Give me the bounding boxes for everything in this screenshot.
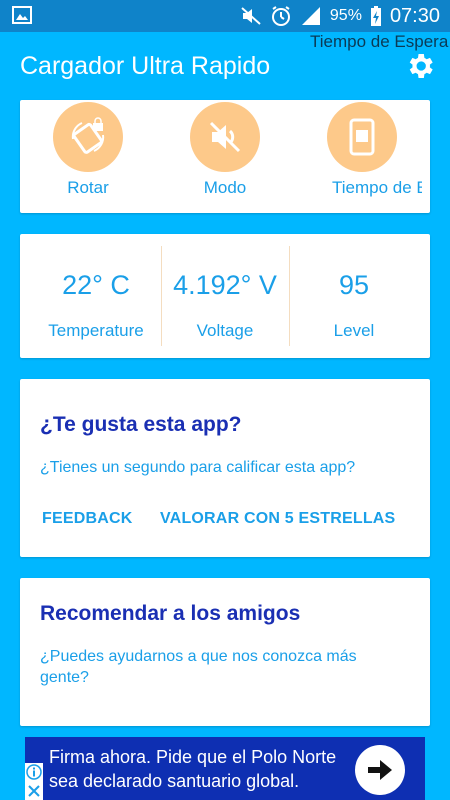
level-value: 95	[338, 270, 370, 300]
screen-timeout-icon	[349, 118, 375, 156]
status-time: 07:30	[389, 4, 440, 27]
battery-stats-card: 22° C Temperature 4.192° V Voltage 95 Le…	[20, 234, 430, 358]
recommend-subtitle: ¿Puedes ayudarnos a que nos conozca más …	[40, 648, 357, 686]
rotate-label: Rotar	[67, 178, 109, 197]
mode-circle	[190, 102, 260, 172]
ad-info-icon[interactable]	[25, 763, 43, 781]
rate-app-card: ¿Te gusta esta app? ¿Tienes un segundo p…	[20, 379, 430, 557]
quick-actions-card: Rotar Modo Tiempo de Espera	[20, 100, 430, 213]
temperature-label: Temperature	[48, 321, 144, 340]
mode-button[interactable]: Modo	[165, 102, 285, 198]
temperature-value: 22° C	[62, 270, 130, 300]
voltage-value: 4.192° V	[173, 270, 277, 300]
alarm-icon	[271, 6, 290, 26]
voltage-stat: 4.192° V Voltage	[157, 234, 293, 358]
ad-banner[interactable]: Firma ahora. Pide que el Polo Norte sea …	[25, 737, 425, 800]
overflow-title: Tiempo de Espera	[310, 32, 449, 51]
mute-icon	[241, 7, 261, 25]
rotate-button[interactable]: Rotar	[28, 102, 148, 198]
temperature-stat: 22° C Temperature	[28, 234, 164, 358]
settings-gear-icon[interactable]	[404, 50, 436, 82]
recommend-card[interactable]: Recomendar a los amigos ¿Puedes ayudarno…	[20, 578, 430, 726]
ad-arrow-button[interactable]	[355, 745, 405, 795]
signal-icon	[301, 7, 320, 25]
timeout-circle	[327, 102, 397, 172]
gallery-notification-icon	[12, 6, 32, 24]
mode-label: Modo	[203, 178, 247, 197]
volume-mute-icon	[209, 121, 241, 153]
ad-text: Firma ahora. Pide que el Polo Norte sea …	[49, 747, 337, 791]
status-bar: 95% 07:30	[0, 0, 450, 32]
app-title: Cargador Ultra Rapido	[20, 52, 271, 80]
battery-charging-icon	[370, 6, 381, 26]
arrow-right-icon	[368, 760, 392, 780]
timeout-label: Tiempo de Espera	[332, 178, 422, 197]
battery-percent: 95%	[329, 7, 362, 24]
feedback-button[interactable]: FEEDBACK	[42, 510, 133, 528]
rotate-circle	[53, 102, 123, 172]
rate-subtitle: ¿Tienes un segundo para calificar esta a…	[40, 459, 356, 476]
level-label: Level	[333, 321, 375, 340]
recommend-title: Recomendar a los amigos	[40, 602, 301, 625]
screen-rotation-lock-icon	[71, 117, 105, 154]
voltage-label: Voltage	[196, 321, 254, 340]
rate-five-stars-button[interactable]: VALORAR CON 5 ESTRELLAS	[160, 510, 395, 528]
level-stat: 95 Level	[286, 234, 422, 358]
rate-title: ¿Te gusta esta app?	[40, 413, 242, 436]
timeout-button[interactable]: Tiempo de Espera	[302, 102, 422, 202]
ad-close-icon[interactable]	[25, 781, 43, 800]
